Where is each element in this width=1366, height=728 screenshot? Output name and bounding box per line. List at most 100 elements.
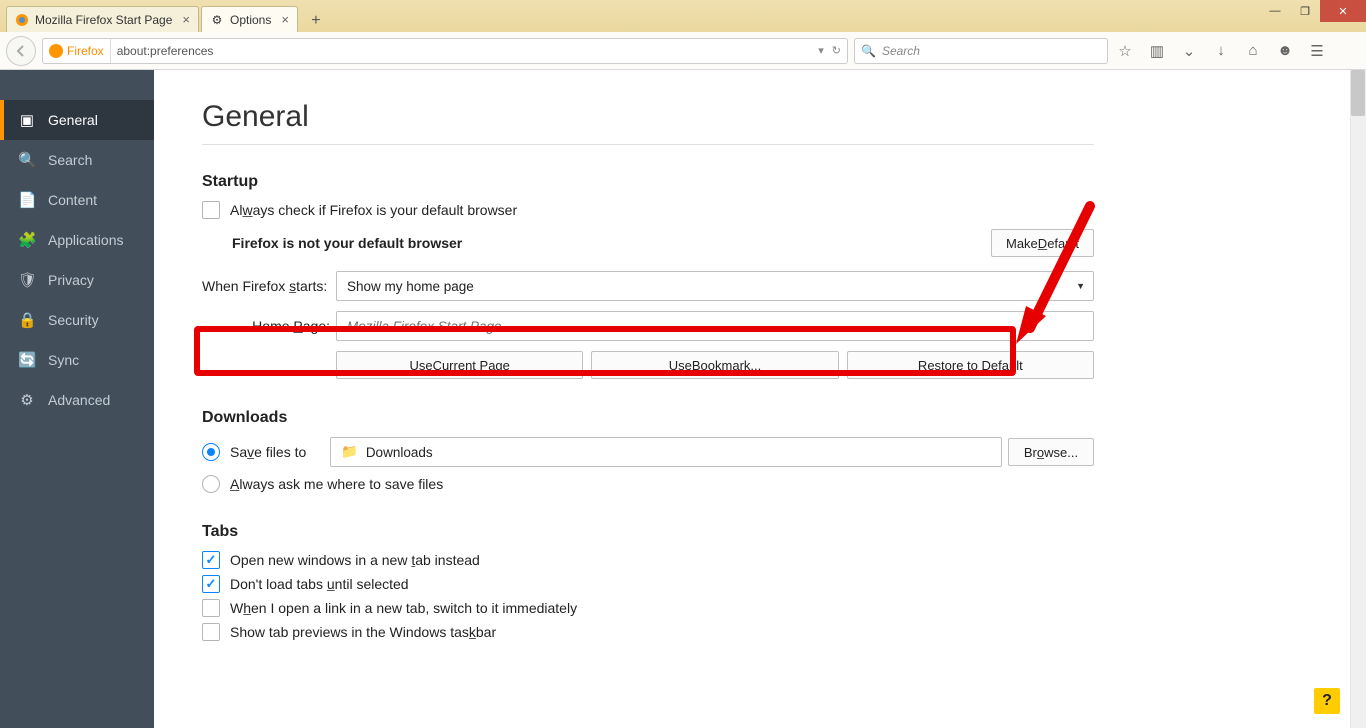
url-bar[interactable]: Firefox about:preferences ▾ ↻: [42, 38, 848, 64]
always-ask-radio[interactable]: Always ask me where to save files: [202, 475, 443, 493]
tab-strip: Mozilla Firefox Start Page × ⚙ Options ×…: [0, 0, 328, 32]
tab-start-page[interactable]: Mozilla Firefox Start Page ×: [6, 6, 199, 32]
download-path-value: Downloads: [366, 445, 433, 460]
home-icon[interactable]: ⌂: [1244, 42, 1262, 59]
search-icon: 🔍: [18, 151, 36, 169]
page-title: General: [202, 100, 1094, 134]
sidebar-item-label: Search: [48, 152, 92, 168]
search-icon: 🔍: [861, 44, 876, 58]
gear-icon: ⚙: [210, 13, 224, 27]
vertical-scrollbar[interactable]: [1350, 70, 1366, 728]
make-default-button[interactable]: Make Default: [991, 229, 1094, 257]
checkbox-icon: [202, 599, 220, 617]
sidebar-item-label: Sync: [48, 352, 79, 368]
identity-label: Firefox: [67, 44, 104, 58]
dont-load-until-selected-checkbox[interactable]: Don't load tabs until selected: [202, 575, 409, 593]
sidebar-item-security[interactable]: 🔒 Security: [0, 300, 154, 340]
checkbox-label: Always check if Firefox is your default …: [230, 202, 517, 218]
sidebar-toggle-icon[interactable]: ▥: [1148, 42, 1166, 60]
sidebar-item-sync[interactable]: 🔄 Sync: [0, 340, 154, 380]
folder-icon: 📁: [341, 444, 358, 460]
advanced-icon: ⚙: [18, 391, 36, 409]
firefox-favicon-icon: [15, 13, 29, 27]
preferences-content: General Startup Always check if Firefox …: [154, 70, 1366, 728]
sidebar-item-label: Advanced: [48, 392, 110, 408]
chat-icon[interactable]: ☻: [1276, 42, 1294, 59]
checkbox-label: Open new windows in a new tab instead: [230, 552, 480, 568]
sidebar-item-search[interactable]: 🔍 Search: [0, 140, 154, 180]
toolbar-icons: ☆ ▥ ⌄ ↓ ⌂ ☻ ☰: [1116, 42, 1326, 60]
identity-box[interactable]: Firefox: [43, 39, 111, 63]
checkbox-label: Don't load tabs until selected: [230, 576, 409, 592]
browse-button[interactable]: Browse...: [1008, 438, 1094, 466]
checkbox-label: When I open a link in a new tab, switch …: [230, 600, 577, 616]
general-icon: ▣: [18, 111, 36, 129]
sidebar-item-privacy[interactable]: 🛡 Privacy: [0, 260, 154, 300]
sidebar-item-label: Content: [48, 192, 97, 208]
sidebar-item-label: Applications: [48, 232, 124, 248]
radio-label: Save files to: [230, 444, 306, 460]
url-text: about:preferences: [111, 44, 819, 58]
search-box[interactable]: 🔍 Search: [854, 38, 1108, 64]
help-button[interactable]: ?: [1314, 688, 1340, 714]
content-icon: 📄: [18, 191, 36, 209]
maximize-button[interactable]: ❐: [1290, 0, 1320, 22]
window-controls: — ❐ ✕: [1260, 0, 1366, 22]
home-page-label: Home Page:: [202, 318, 336, 334]
dropdown-icon[interactable]: ▾: [818, 44, 824, 57]
download-path-field[interactable]: 📁 Downloads: [330, 437, 1002, 467]
use-bookmark-button[interactable]: Use Bookmark...: [591, 351, 838, 379]
close-window-button[interactable]: ✕: [1320, 0, 1366, 22]
sidebar-item-general[interactable]: ▣ General: [0, 100, 154, 140]
startup-heading: Startup: [202, 173, 1094, 191]
divider: [202, 144, 1094, 145]
restore-default-button[interactable]: Restore to Default: [847, 351, 1094, 379]
radio-icon: [202, 475, 220, 493]
radio-icon: [202, 443, 220, 461]
navbar: Firefox about:preferences ▾ ↻ 🔍 Search ☆…: [0, 32, 1366, 70]
sidebar-item-content[interactable]: 📄 Content: [0, 180, 154, 220]
minimize-button[interactable]: —: [1260, 0, 1290, 22]
checkbox-icon: [202, 575, 220, 593]
sidebar-item-label: General: [48, 112, 98, 128]
sidebar-item-label: Security: [48, 312, 99, 328]
tab-label: Options: [230, 13, 271, 27]
privacy-icon: 🛡: [18, 271, 36, 289]
checkbox-icon: [202, 623, 220, 641]
open-windows-in-tab-checkbox[interactable]: Open new windows in a new tab instead: [202, 551, 480, 569]
close-icon[interactable]: ×: [281, 12, 289, 27]
url-actions: ▾ ↻: [818, 44, 847, 57]
titlebar: Mozilla Firefox Start Page × ⚙ Options ×…: [0, 0, 1366, 32]
not-default-text: Firefox is not your default browser: [232, 235, 462, 251]
sidebar-item-applications[interactable]: 🧩 Applications: [0, 220, 154, 260]
new-tab-button[interactable]: +: [304, 10, 328, 32]
when-starts-dropdown[interactable]: Show my home page: [336, 271, 1094, 301]
close-icon[interactable]: ×: [182, 12, 190, 27]
when-starts-label: When Firefox starts:: [202, 278, 336, 294]
search-placeholder: Search: [882, 44, 920, 58]
tab-options[interactable]: ⚙ Options ×: [201, 6, 298, 32]
bookmark-star-icon[interactable]: ☆: [1116, 42, 1134, 60]
preferences-sidebar: ▣ General 🔍 Search 📄 Content 🧩 Applicati…: [0, 70, 154, 728]
tab-label: Mozilla Firefox Start Page: [35, 13, 172, 27]
checkbox-icon: [202, 551, 220, 569]
use-current-page-button[interactable]: Use Current Page: [336, 351, 583, 379]
radio-label: Always ask me where to save files: [230, 476, 443, 492]
sidebar-item-advanced[interactable]: ⚙ Advanced: [0, 380, 154, 420]
downloads-icon[interactable]: ↓: [1212, 42, 1230, 59]
back-button[interactable]: [6, 36, 36, 66]
reload-icon[interactable]: ↻: [832, 44, 841, 57]
scrollbar-thumb[interactable]: [1351, 70, 1365, 116]
pocket-icon[interactable]: ⌄: [1180, 42, 1198, 60]
menu-icon[interactable]: ☰: [1308, 42, 1326, 60]
checkbox-icon: [202, 201, 220, 219]
dropdown-value: Show my home page: [347, 279, 474, 294]
lock-icon: 🔒: [18, 311, 36, 329]
downloads-heading: Downloads: [202, 409, 1094, 427]
sync-icon: 🔄: [18, 351, 36, 369]
always-check-default-checkbox[interactable]: Always check if Firefox is your default …: [202, 201, 517, 219]
save-files-to-radio[interactable]: Save files to: [202, 443, 330, 461]
home-page-input[interactable]: [336, 311, 1094, 341]
switch-immediately-checkbox[interactable]: When I open a link in a new tab, switch …: [202, 599, 577, 617]
show-tab-previews-checkbox[interactable]: Show tab previews in the Windows taskbar: [202, 623, 496, 641]
